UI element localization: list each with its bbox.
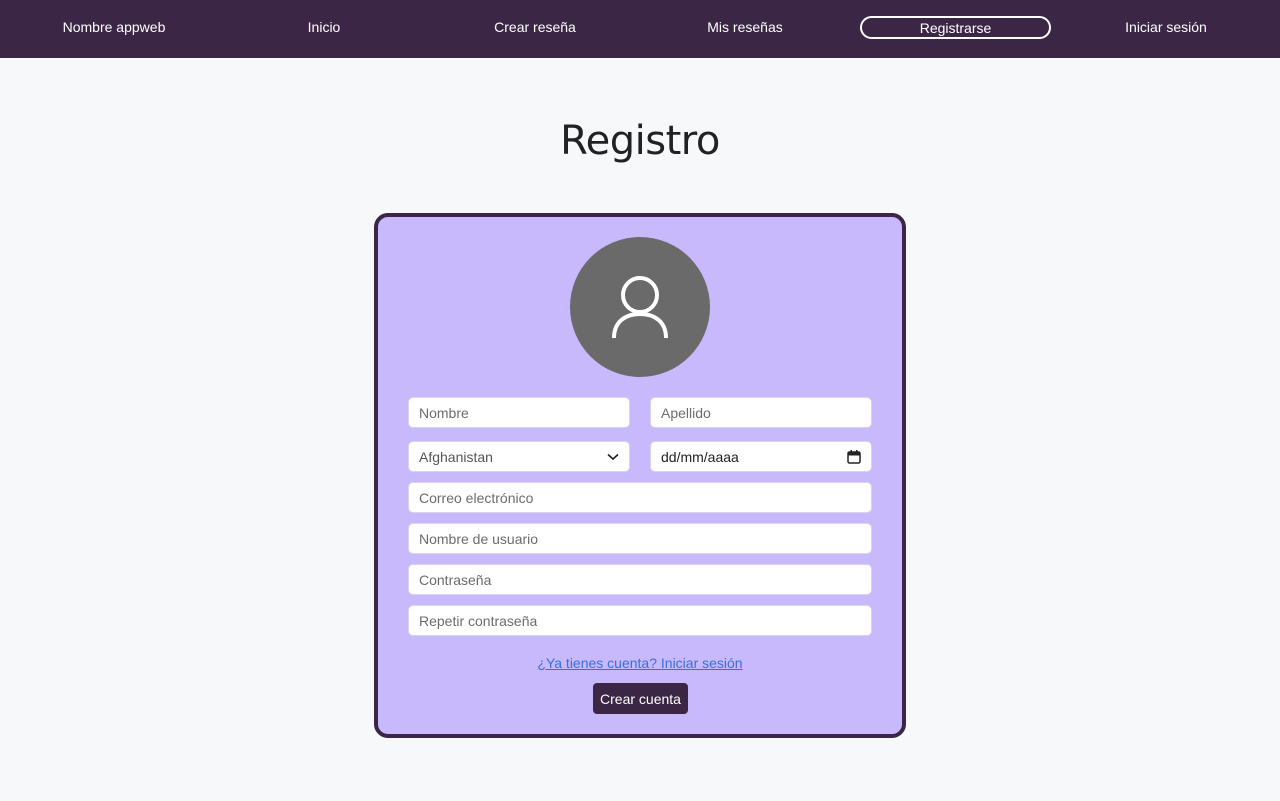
avatar-upload[interactable] [570,237,710,377]
nav-item-mis-resenas[interactable]: Mis reseñas [690,0,800,54]
country-select[interactable]: Afghanistan [408,441,630,472]
nav-item-crear-resena[interactable]: Crear reseña [470,0,600,54]
birthdate-placeholder: dd/mm/aaaa [661,448,739,465]
nav-item-registrarse[interactable]: Registrarse [860,16,1051,39]
nav-item-iniciar-sesion[interactable]: Iniciar sesión [1106,0,1226,54]
register-form-card: Afghanistan dd/mm/aaaa ¿Ya tienes cuenta… [374,213,906,738]
nav-item-inicio[interactable]: Inicio [284,0,364,54]
calendar-icon[interactable] [847,449,861,464]
create-account-button[interactable]: Crear cuenta [593,683,688,714]
password-field[interactable] [408,564,872,595]
brand-link[interactable]: Nombre appweb [50,0,178,54]
repeat-password-field[interactable] [408,605,872,636]
username-field[interactable] [408,523,872,554]
top-navbar: Nombre appweb Inicio Crear reseña Mis re… [0,0,1280,58]
page-title: Registro [560,118,720,164]
chevron-down-icon [607,453,619,460]
email-field[interactable] [408,482,872,513]
first-name-field[interactable] [408,397,630,428]
login-link[interactable]: ¿Ya tienes cuenta? Iniciar sesión [378,655,902,671]
birthdate-field[interactable]: dd/mm/aaaa [650,441,872,472]
user-icon [612,276,668,339]
last-name-field[interactable] [650,397,872,428]
country-select-value: Afghanistan [419,448,493,465]
